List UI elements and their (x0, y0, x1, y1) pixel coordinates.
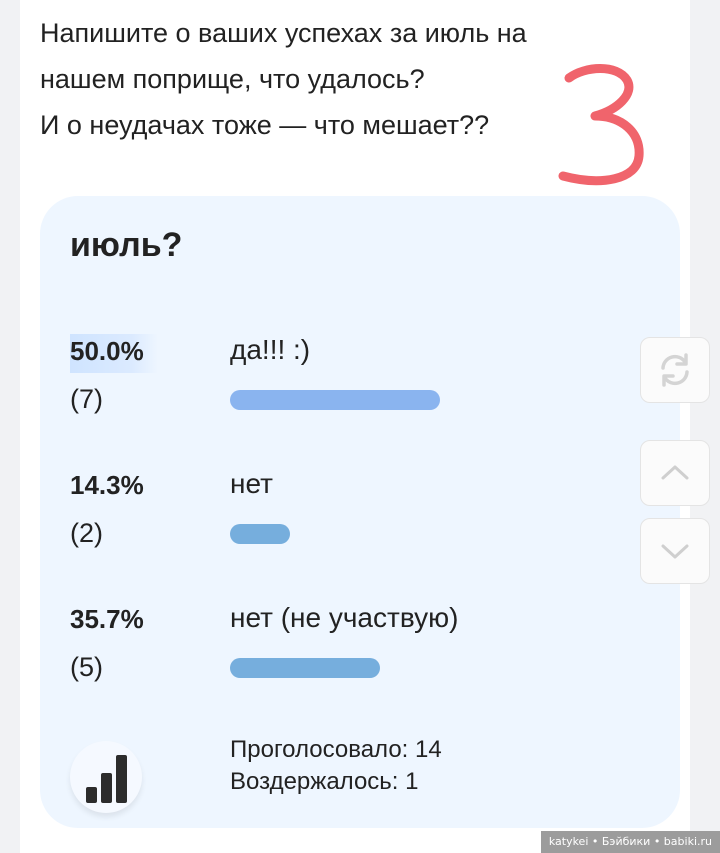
poll-widget: июль? 50.0% (7) да!!! :) 14.3% (2) нет 3… (40, 196, 680, 828)
option-percent: 50.0% (70, 334, 158, 373)
chevron-down-icon (661, 544, 689, 559)
watermark: katykei • Бэйбики • babiki.ru (540, 831, 720, 853)
poll-option[interactable]: 14.3% (2) нет (40, 468, 640, 578)
results-button[interactable] (70, 741, 142, 813)
poll-stats: Проголосовало: 14 Воздержалось: 1 (230, 734, 442, 798)
poll-title: июль? (70, 226, 183, 264)
poll-option[interactable]: 35.7% (5) нет (не участвую) (40, 602, 640, 712)
scroll-up-button[interactable] (640, 440, 710, 506)
chevron-up-icon (661, 465, 689, 480)
option-count: (2) (70, 518, 103, 548)
post-text-line: нашем поприще, что удалось? (40, 64, 425, 94)
option-percent: 14.3% (70, 470, 144, 500)
option-label: нет (230, 468, 273, 499)
post-text-line: Напишите о ваших успехах за июль на (40, 18, 527, 48)
option-count: (5) (70, 652, 103, 682)
option-label: нет (не участвую) (230, 602, 459, 633)
handwritten-number-three (558, 64, 644, 186)
scroll-down-button[interactable] (640, 518, 710, 584)
option-percent: 35.7% (70, 604, 144, 634)
post-text: Напишите о ваших успехах за июль на наше… (40, 10, 560, 148)
abstained-count: Воздержалось: 1 (230, 768, 419, 795)
option-bar (230, 390, 440, 410)
post-text-line: И о неудачах тоже — что мешает?? (40, 110, 490, 140)
option-bar (230, 658, 380, 678)
voted-count: Проголосовало: 14 (230, 736, 442, 763)
option-count: (7) (70, 384, 103, 414)
option-label: да!!! :) (230, 334, 311, 365)
option-bar (230, 524, 290, 544)
poll-option[interactable]: 50.0% (7) да!!! :) (40, 334, 640, 444)
refresh-icon (661, 353, 689, 387)
refresh-button[interactable] (640, 337, 710, 403)
